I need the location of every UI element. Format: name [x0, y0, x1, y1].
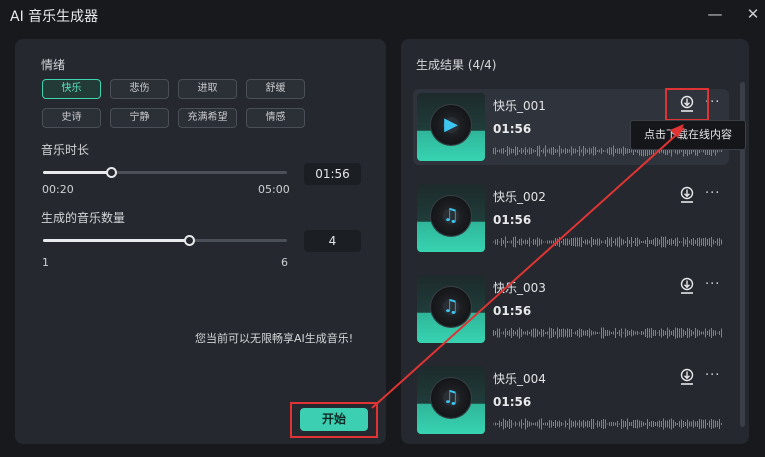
duration-slider[interactable] — [43, 167, 287, 178]
mood-chip-epic[interactable]: 史诗 — [42, 108, 101, 128]
mood-chip-hopeful[interactable]: 充满希望 — [178, 108, 237, 128]
track-duration: 01:56 — [493, 395, 532, 409]
music-note-icon: ♫ — [442, 296, 460, 317]
title-bar: AI 音乐生成器 — ✕ — [0, 0, 765, 30]
mood-label: 情绪 — [41, 58, 66, 72]
count-slider[interactable] — [43, 235, 287, 246]
download-icon[interactable] — [679, 277, 695, 295]
count-slider-fill — [43, 239, 190, 242]
music-note-icon: ♫ — [442, 205, 460, 226]
results-title: 生成结果 (4/4) — [416, 58, 497, 72]
start-button[interactable]: 开始 — [300, 408, 368, 431]
album-thumbnail[interactable]: ♫ — [417, 184, 485, 252]
track-name: 快乐_004 — [493, 372, 546, 386]
download-tooltip: 点击下载在线内容 — [630, 120, 746, 150]
waveform[interactable] — [493, 326, 723, 340]
mood-chip-sad[interactable]: 悲伤 — [110, 79, 169, 99]
vinyl-disc-icon: ▶ — [431, 105, 471, 145]
download-icon[interactable] — [679, 95, 695, 113]
track-duration: 01:56 — [493, 213, 532, 227]
music-note-icon: ♫ — [442, 387, 460, 408]
download-icon[interactable] — [679, 368, 695, 386]
album-thumbnail[interactable]: ♫ — [417, 275, 485, 343]
track-name: 快乐_003 — [493, 281, 546, 295]
close-icon[interactable]: ✕ — [744, 5, 762, 23]
count-value-input[interactable]: 4 — [304, 230, 361, 252]
vinyl-disc-icon: ♫ — [431, 378, 471, 418]
duration-max-label: 05:00 — [258, 183, 290, 196]
count-max-label: 6 — [281, 256, 288, 269]
count-label: 生成的音乐数量 — [41, 211, 126, 225]
waveform[interactable] — [493, 417, 723, 431]
duration-min-label: 00:20 — [42, 183, 74, 196]
more-options-icon[interactable]: ··· — [705, 186, 720, 201]
result-item[interactable]: ♫ 快乐_004 01:56 ··· — [413, 362, 729, 438]
more-options-icon[interactable]: ··· — [705, 277, 720, 292]
album-thumbnail[interactable]: ♫ — [417, 366, 485, 434]
mood-chip-calm[interactable]: 宁静 — [110, 108, 169, 128]
download-icon[interactable] — [679, 186, 695, 204]
album-thumbnail[interactable]: ▶ — [417, 93, 485, 161]
result-item[interactable]: ♫ 快乐_002 01:56 ··· — [413, 180, 729, 256]
duration-label: 音乐时长 — [41, 143, 90, 157]
track-duration: 01:56 — [493, 304, 532, 318]
count-min-label: 1 — [42, 256, 49, 269]
mood-chip-emotional[interactable]: 情感 — [246, 108, 305, 128]
result-item[interactable]: ♫ 快乐_003 01:56 ··· — [413, 271, 729, 347]
mood-chip-soothing[interactable]: 舒缓 — [246, 79, 305, 99]
track-duration: 01:56 — [493, 122, 532, 136]
mood-chip-happy[interactable]: 快乐 — [42, 79, 101, 99]
track-name: 快乐_002 — [493, 190, 546, 204]
track-name: 快乐_001 — [493, 99, 546, 113]
mood-chip-aggressive[interactable]: 进取 — [178, 79, 237, 99]
unlimited-notice: 您当前可以无限畅享AI生成音乐! — [195, 332, 354, 345]
waveform[interactable] — [493, 235, 723, 249]
more-options-icon[interactable]: ··· — [705, 368, 720, 383]
duration-value-input[interactable]: 01:56 — [304, 163, 361, 185]
more-options-icon[interactable]: ··· — [705, 95, 720, 110]
play-icon[interactable]: ▶ — [431, 105, 471, 145]
vinyl-disc-icon: ♫ — [431, 287, 471, 327]
vinyl-disc-icon: ♫ — [431, 196, 471, 236]
duration-slider-fill — [43, 171, 112, 174]
app-title: AI 音乐生成器 — [10, 9, 99, 25]
minimize-icon[interactable]: — — [706, 5, 724, 23]
